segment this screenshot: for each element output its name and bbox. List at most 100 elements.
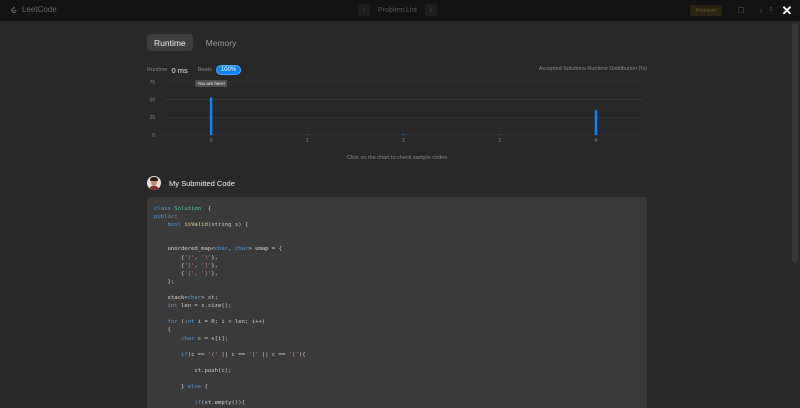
beats-label: Beats (197, 67, 212, 73)
code-token: }; (154, 278, 175, 285)
avatar[interactable] (147, 176, 161, 190)
code-token: class (154, 206, 175, 212)
tab-runtime[interactable]: Runtime (147, 34, 193, 51)
premium-button[interactable]: Premium (690, 5, 722, 16)
code-token: '{' (184, 270, 195, 277)
chart-bar[interactable] (498, 134, 501, 135)
code-token: '(' (184, 254, 195, 261)
code-token: isValid (184, 222, 208, 229)
next-problem-button[interactable]: › (424, 4, 437, 16)
x-tick-label: 4 (595, 138, 598, 144)
code-token: ']' (201, 262, 212, 269)
chart-tooltip-text: You are here! (197, 81, 224, 86)
runtime-value: 0 ms (171, 65, 188, 75)
tab-memory[interactable]: Memory (199, 34, 244, 51)
code-line: unordered_map<char, char> umap = { (154, 245, 640, 253)
code-line: char c = s[i]; (154, 335, 640, 343)
y-tick-label: 50 (149, 97, 155, 103)
code-token: char (234, 246, 249, 253)
leetcode-logo-icon (11, 5, 17, 13)
code-token: { (201, 384, 208, 391)
code-token: (string s) { (207, 222, 249, 229)
problem-navigation: ‹ Problem List › (358, 4, 437, 16)
x-tick-label: 1 (306, 138, 309, 144)
code-line: {'(', ')'}, (154, 254, 640, 262)
runtime-stats: Runtime 0 ms Beats 100% Accepted Solutio… (147, 64, 647, 76)
code-line: class Solution { (154, 205, 640, 213)
code-token: int (167, 303, 178, 310)
close-modal-button[interactable]: ✕ (780, 4, 794, 18)
code-token: : (174, 214, 178, 221)
code-line: stack<char> st; (154, 294, 640, 302)
brand-name: LeetCode (22, 5, 57, 14)
notebook-icon[interactable]: ☐ (736, 5, 746, 15)
streak-icon[interactable]: ♁ (756, 5, 766, 15)
code-token: || c == (258, 351, 289, 358)
submitted-code-title: My Submitted Code (169, 178, 235, 188)
code-token: { (201, 206, 212, 212)
code-token: i = 0; i < len; i++) (194, 319, 266, 326)
code-line: }; (154, 278, 640, 286)
code-line: {'[', ']'}, (154, 262, 640, 270)
runtime-distribution-chart[interactable]: 0 25 50 75 0 1 2 3 4 You are here! (147, 78, 647, 148)
x-tick-label: 0 (210, 138, 213, 144)
code-line: if(c == '(' || c == '[' || c == '{'){ (154, 351, 640, 359)
code-token: ){ (298, 351, 306, 358)
code-token: char (187, 295, 202, 302)
code-token: { (154, 270, 185, 277)
code-line: for (int i = 0; i < len; i++) (154, 318, 640, 326)
close-icon: ✕ (781, 3, 793, 18)
y-tick-label: 25 (149, 115, 155, 121)
code-token: '[' (248, 351, 259, 358)
submission-detail-modal: Runtime Memory Runtime 0 ms Beats 100% A… (0, 21, 800, 408)
scrollbar[interactable] (792, 23, 798, 263)
brand[interactable]: LeetCode (10, 5, 57, 14)
code-block[interactable]: class Solution {public: bool isValid(str… (147, 197, 647, 408)
code-line: bool isValid(string s) { (154, 221, 640, 229)
y-tick-label: 0 (152, 133, 155, 139)
code-line: } else { (154, 383, 640, 391)
metric-tabs: Runtime Memory (147, 34, 243, 51)
code-token: unordered_map< (154, 246, 215, 253)
code-token: stack< (154, 295, 188, 302)
code-token: c = s[i]; (194, 335, 229, 342)
code-token: > umap = { (248, 246, 283, 253)
code-token: bool (167, 222, 185, 229)
problem-list-link[interactable]: Problem List (378, 7, 417, 14)
code-token: }, (211, 254, 219, 261)
code-token: else (187, 384, 202, 391)
code-token: }, (211, 270, 219, 277)
code-token: public (154, 214, 175, 221)
code-token: ')' (201, 254, 212, 261)
chart-bar[interactable] (306, 134, 309, 135)
code-token: { (154, 254, 185, 261)
x-tick-label: 2 (402, 138, 405, 144)
code-token: (c == (187, 351, 208, 358)
code-token: '}' (201, 270, 212, 277)
code-token: char (214, 246, 229, 253)
code-line: int len = s.size(); (154, 302, 640, 310)
chart-bar[interactable] (209, 97, 213, 135)
code-token: , (228, 246, 235, 253)
code-line: public: (154, 213, 640, 221)
code-token: > st; (201, 295, 219, 302)
chart-bar[interactable] (594, 110, 598, 135)
prev-problem-button[interactable]: ‹ (358, 4, 370, 16)
code-line: { (154, 326, 640, 334)
code-token: '[' (184, 262, 195, 269)
code-token: len = s.size(); (177, 303, 232, 310)
code-token: }, (211, 262, 219, 269)
code-token: { (154, 327, 171, 334)
code-token: '{' (288, 351, 299, 358)
code-line: if(st.empty()){ (154, 399, 640, 407)
chart-bar[interactable] (402, 133, 405, 135)
code-token: '(' (207, 351, 219, 358)
